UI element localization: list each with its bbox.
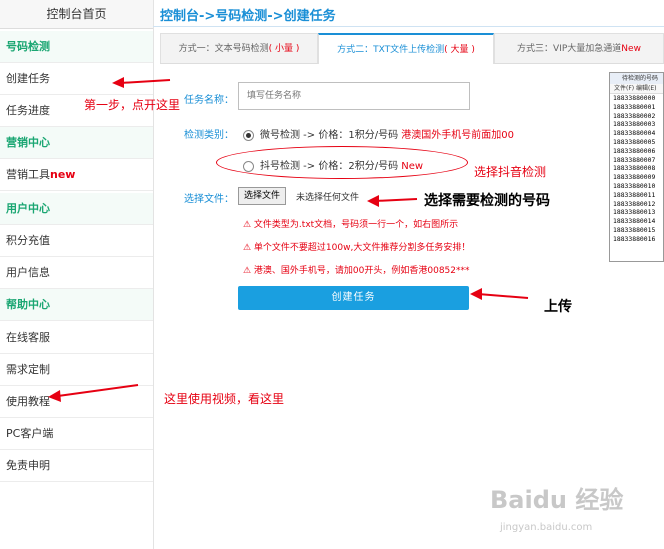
annotation-step1: 第一步，点开这里 [84, 98, 181, 112]
sidebar-item-online-service[interactable]: 在线客服 [0, 322, 153, 354]
sidebar-home-link[interactable]: 控制台首页 [0, 0, 153, 29]
sidebar-item-pc-client[interactable]: PC客户端 [0, 418, 153, 450]
annotation-upload: 上传 [544, 299, 572, 315]
sidebar-group-user-center[interactable]: 用户中心 [0, 193, 153, 225]
sidebar-item-disclaimer[interactable]: 免责申明 [0, 450, 153, 482]
sidebar-item-marketing-tools[interactable]: 营销工具new [0, 159, 153, 191]
radio-option-wechat[interactable]: 微号检测 -> 价格：1积分/号码 港澳国外手机号前面加00 [243, 126, 514, 141]
arrow-left-icon [470, 288, 529, 300]
annotation-choose-douyin: 选择抖音检测 [474, 165, 547, 179]
tab-hint: ( 小量 ) [268, 44, 300, 54]
thumbnail-title: 待检测的号码 [610, 73, 663, 84]
number-line: 18833880011 [613, 190, 656, 199]
warning-file-size: ⚠ 单个文件不要超过100w,大文件推荐分割多任务安排！ [243, 243, 471, 253]
number-line: 18833880003 [613, 120, 656, 129]
arrow-left-icon [48, 384, 139, 402]
radio-unchecked-icon[interactable] [243, 160, 254, 172]
option2-note: New [401, 161, 424, 172]
sidebar-item-recharge[interactable]: 积分充值 [0, 225, 153, 257]
baidu-watermark-url: jingyan.baidu.com [500, 522, 593, 533]
create-task-button[interactable]: 创建任务 [238, 286, 469, 310]
sidebar-item-label: 营销工具 [6, 168, 50, 181]
new-badge: new [50, 168, 76, 181]
number-line: 18833880010 [613, 181, 656, 190]
option1-note: 港澳国外手机号前面加00 [401, 130, 514, 141]
task-name-label: 任务名称： [184, 95, 234, 106]
number-line: 18833880009 [613, 173, 656, 182]
number-line: 18833880005 [613, 137, 656, 146]
number-line: 18833880004 [613, 129, 656, 138]
tab-vip-channel[interactable]: 方式三：VIP大量加急通道New [494, 33, 664, 63]
number-line: 18833880015 [613, 225, 656, 234]
sidebar-item-custom-request[interactable]: 需求定制 [0, 354, 153, 386]
file-status: 未选择任何文件 [296, 193, 360, 203]
number-line: 18833880012 [613, 199, 656, 208]
sidebar-group-help[interactable]: 帮助中心 [0, 289, 153, 321]
file-label: 选择文件： [184, 194, 234, 205]
annotation-choose-numbers: 选择需要检测的号码 [424, 193, 550, 209]
number-line: 18833880014 [613, 217, 656, 226]
number-line: 18833880002 [613, 111, 656, 120]
breadcrumb: 控制台->号码检测->创建任务 [160, 9, 336, 24]
arrow-left-icon [112, 77, 171, 88]
breadcrumb-divider [153, 26, 664, 27]
number-line: 18833880006 [613, 146, 656, 155]
tab-label: 方式一：文本号码检测 [178, 44, 269, 54]
thumbnail-menu: 文件(F) 编辑(E) [610, 84, 663, 94]
annotation-tutorial: 这里使用视频，看这里 [164, 392, 285, 406]
tab-label: 方式三：VIP大量加急通道 [517, 44, 622, 54]
number-line: 18833880007 [613, 155, 656, 164]
option1-text: 微号检测 -> 价格：1积分/号码 [260, 130, 399, 141]
tab-label: 方式二：TXT文件上传检测 [337, 45, 445, 55]
radio-checked-icon[interactable] [243, 129, 254, 141]
number-line: 18833880000 [613, 94, 656, 102]
tab-text-detection[interactable]: 方式一：文本号码检测( 小量 ) [160, 33, 318, 63]
number-line: 18833880013 [613, 208, 656, 217]
choose-file-button[interactable]: 选择文件 [238, 187, 287, 205]
arrow-left-icon [367, 195, 418, 207]
sidebar-group-number-detection[interactable]: 号码检测 [0, 31, 153, 63]
tab-hint: ( 大量 ) [444, 45, 475, 55]
sidebar-item-user-info[interactable]: 用户信息 [0, 257, 153, 289]
option2-text: 抖号检测 -> 价格：2积分/号码 [260, 161, 399, 172]
notepad-thumbnail: 待检测的号码 文件(F) 编辑(E) 18833880000 188338800… [609, 72, 664, 262]
warning-file-type: ⚠ 文件类型为.txt文档，号码须一行一个，如右图所示 [243, 220, 459, 230]
warning-intl-numbers: ⚠ 港澳、国外手机号，请加00开头，例如香港00852*** [243, 266, 470, 276]
task-name-input[interactable] [238, 82, 470, 110]
radio-option-douyin[interactable]: 抖号检测 -> 价格：2积分/号码 New [243, 157, 423, 172]
baidu-watermark: Baidu 经验 [490, 486, 624, 514]
sidebar-group-marketing[interactable]: 营销中心 [0, 127, 153, 159]
tab-txt-upload[interactable]: 方式二：TXT文件上传检测( 大量 ) [318, 33, 494, 64]
tab-bar: 方式一：文本号码检测( 小量 ) 方式二：TXT文件上传检测( 大量 ) 方式三… [160, 33, 664, 64]
number-line: 18833880008 [613, 164, 656, 173]
number-line: 18833880016 [613, 234, 656, 243]
detection-type-label: 检测类别： [184, 130, 234, 141]
number-line: 18833880001 [613, 102, 656, 111]
tab-hint: New [621, 44, 641, 54]
